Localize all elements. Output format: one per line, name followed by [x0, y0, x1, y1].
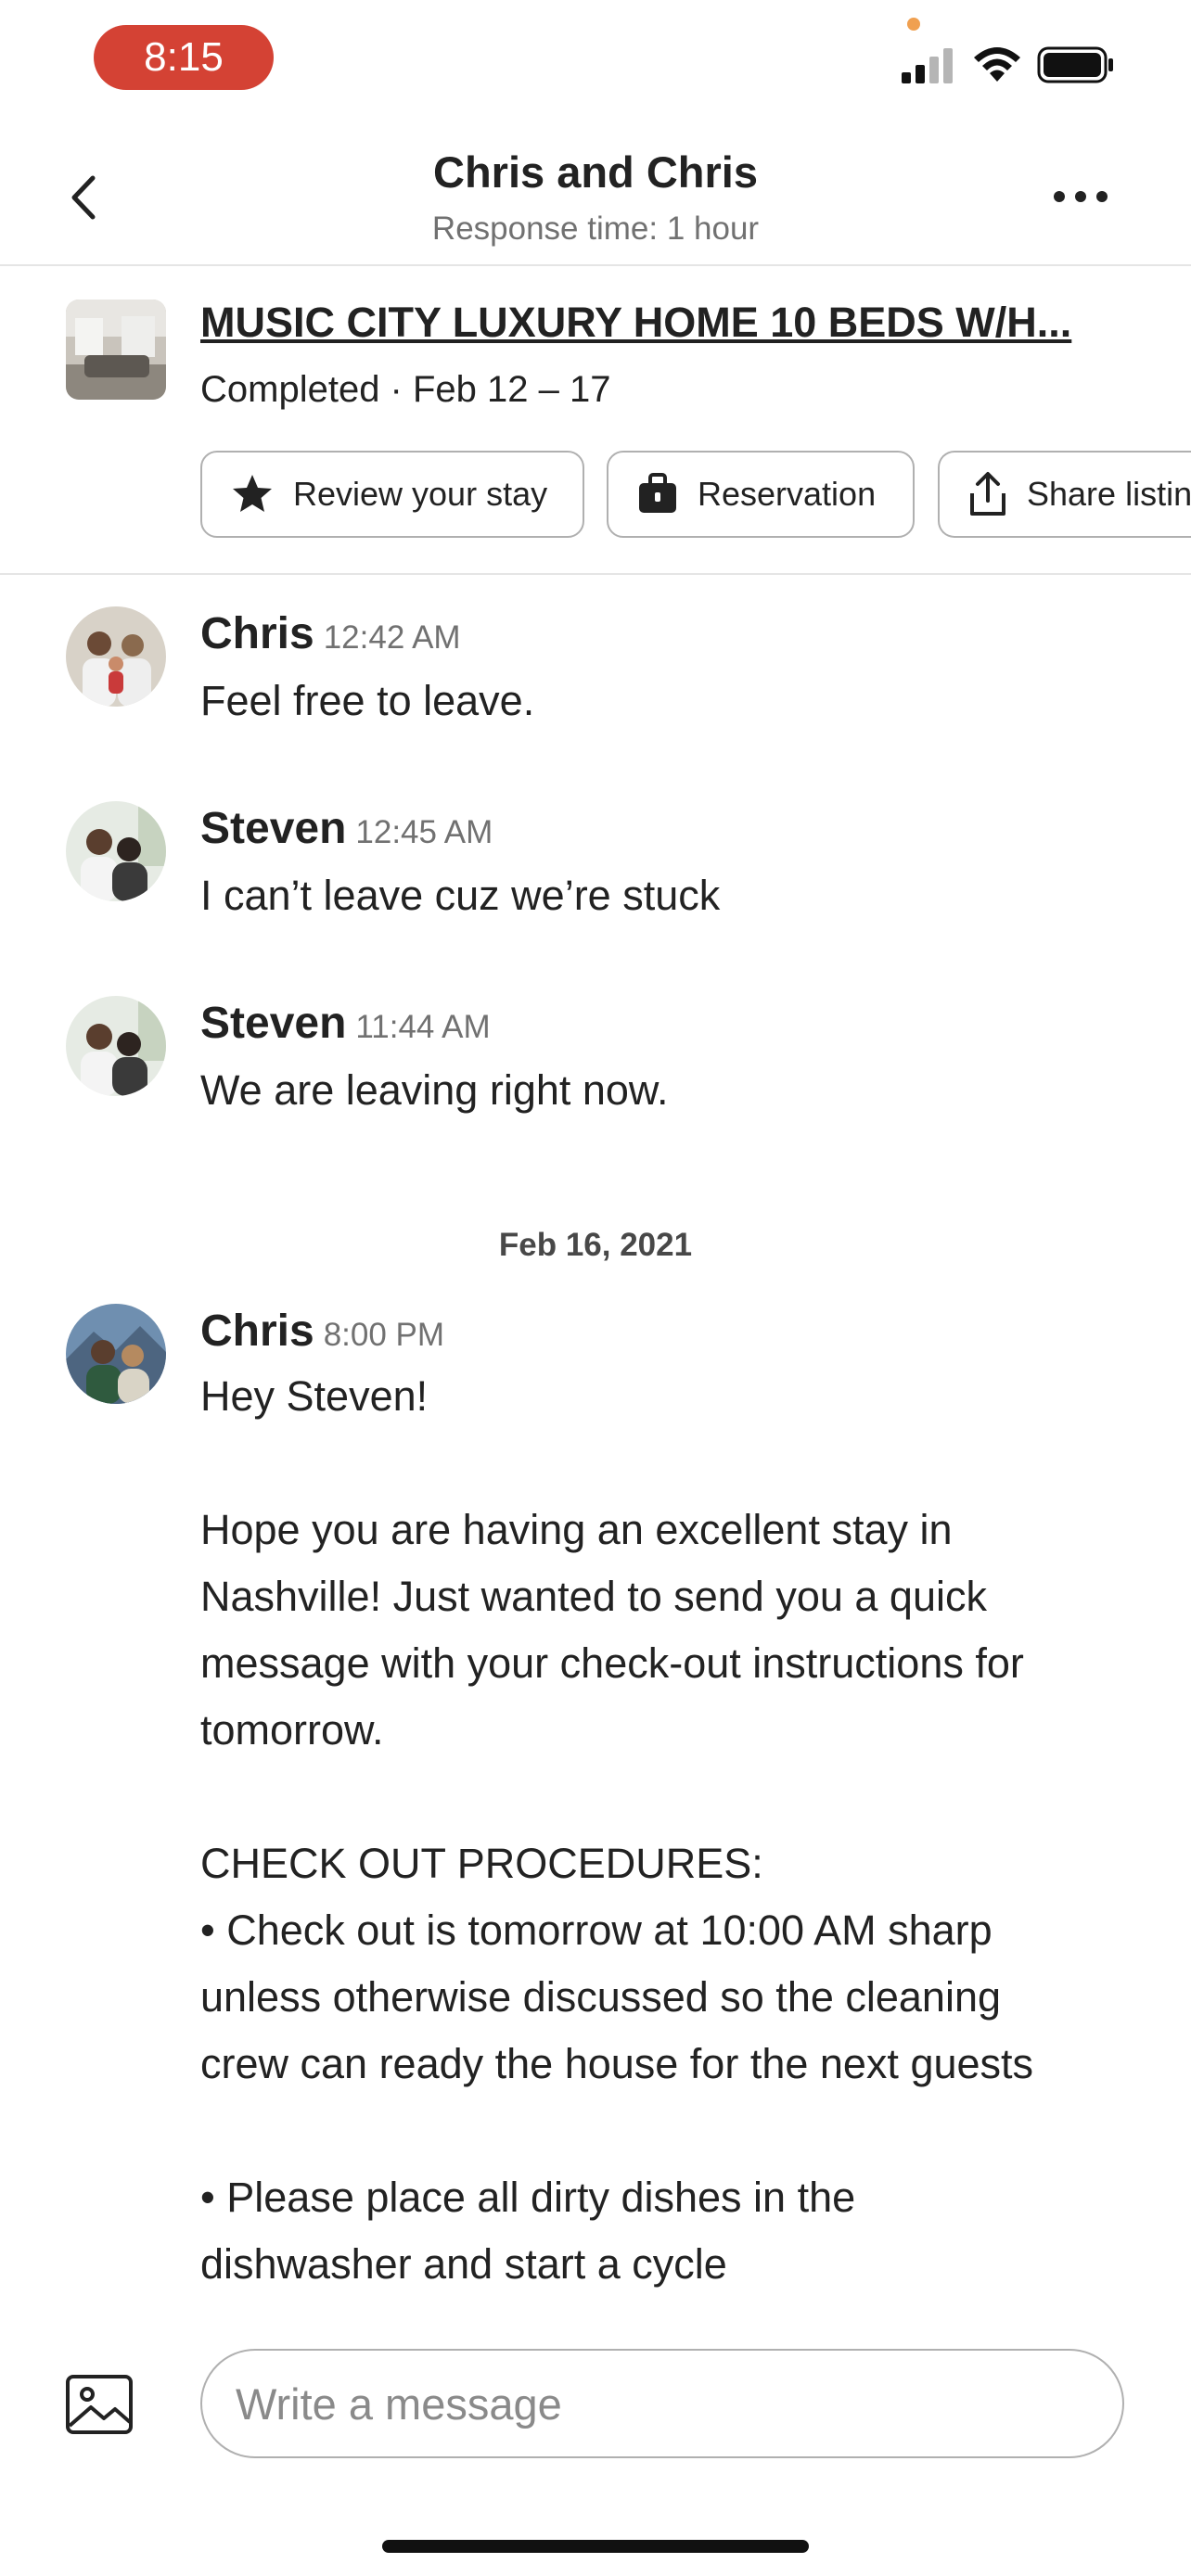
- message-sender: Chris 8:00 PM: [200, 1306, 444, 1357]
- message-sender: Steven 11:44 AM: [200, 998, 491, 1049]
- message-sender: Chris 12:42 AM: [200, 608, 461, 659]
- listing-title-link[interactable]: MUSIC CITY LUXURY HOME 10 BEDS W/H...: [200, 299, 1128, 347]
- privacy-indicator-dot: [907, 18, 920, 31]
- sender-name: Steven: [200, 999, 347, 1048]
- avatar[interactable]: [66, 1304, 166, 1404]
- sender-name: Chris: [200, 609, 314, 658]
- battery-icon: [1037, 46, 1113, 83]
- review-your-stay-button[interactable]: Review your stay: [200, 451, 584, 538]
- share-listing-button[interactable]: Share listin: [938, 451, 1191, 538]
- cellular-signal-icon: [902, 48, 953, 83]
- message-text: We are leaving right now.: [200, 1066, 669, 1114]
- listing-divider: [0, 573, 1191, 575]
- date-separator: Feb 16, 2021: [498, 1227, 693, 1263]
- message-time: 12:45 AM: [355, 814, 493, 850]
- status-time: 8:15: [94, 25, 274, 90]
- image-icon: [66, 2375, 133, 2434]
- message-text: Feel free to leave.: [200, 677, 535, 724]
- briefcase-icon: [639, 473, 676, 513]
- message-time: 12:42 AM: [323, 619, 461, 656]
- star-icon: [233, 475, 272, 512]
- avatar-photo: [66, 996, 166, 1096]
- review-your-stay-label: Review your stay: [293, 475, 548, 513]
- listing-photo: [66, 300, 166, 400]
- share-listing-label: Share listin: [1027, 475, 1191, 513]
- avatar-photo: [66, 1304, 166, 1404]
- message-time: 11:44 AM: [355, 1009, 491, 1045]
- message-input[interactable]: [200, 2349, 1124, 2458]
- message-text: I can’t leave cuz we’re stuck: [200, 872, 721, 919]
- avatar[interactable]: [66, 801, 166, 901]
- avatar[interactable]: [66, 606, 166, 707]
- wifi-icon: [974, 47, 1020, 82]
- listing-thumbnail[interactable]: [66, 300, 166, 400]
- conversation-title: Chris and Chris: [433, 147, 758, 197]
- reservation-status: Completed · Feb 12 – 17: [200, 369, 611, 410]
- attach-photo-button[interactable]: [65, 2374, 134, 2435]
- avatar[interactable]: [66, 996, 166, 1096]
- sender-name: Steven: [200, 804, 347, 853]
- message-text: Hey Steven! Hope you are having an excel…: [200, 1372, 1034, 2288]
- avatar-photo: [66, 606, 166, 707]
- reservation-label: Reservation: [698, 475, 877, 513]
- response-time: Response time: 1 hour: [431, 210, 760, 247]
- home-indicator: [382, 2540, 809, 2553]
- sender-name: Chris: [200, 1307, 314, 1356]
- message-sender: Steven 12:45 AM: [200, 803, 493, 854]
- more-options-button[interactable]: [1044, 172, 1118, 219]
- header-divider: [0, 264, 1191, 266]
- share-icon: [970, 472, 1005, 516]
- reservation-button[interactable]: Reservation: [607, 451, 915, 538]
- avatar-photo: [66, 801, 166, 901]
- ellipsis-icon: [1054, 191, 1108, 202]
- message-time: 8:00 PM: [323, 1317, 445, 1353]
